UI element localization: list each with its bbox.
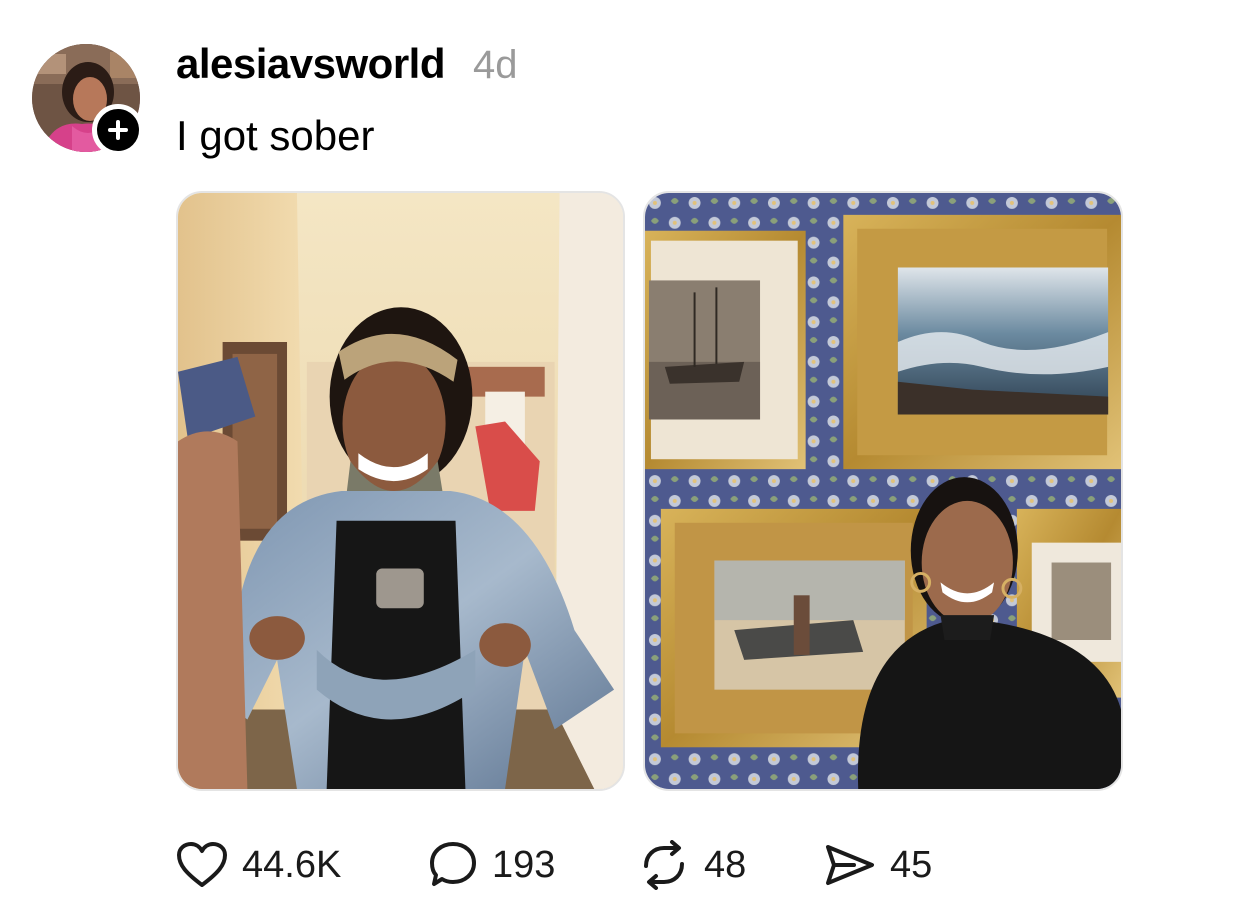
repost-icon: [644, 840, 684, 890]
photo-woman-gallery-wall-icon: [645, 193, 1121, 789]
like-button[interactable]: 44.6K: [176, 841, 428, 889]
comment-icon: [430, 842, 476, 886]
share-count: 45: [890, 843, 933, 886]
photo-woman-denim-jacket-icon: [178, 193, 623, 789]
follow-button[interactable]: [92, 104, 144, 156]
username[interactable]: alesiavsworld: [176, 40, 445, 88]
post-card: alesiavsworld 4d I got sober 44.6K 193 4…: [0, 0, 1238, 914]
post-photo-2[interactable]: [643, 191, 1123, 791]
like-count: 44.6K: [242, 843, 342, 886]
repost-button[interactable]: 48: [638, 840, 824, 890]
share-button[interactable]: 45: [824, 841, 932, 889]
post-photo-1[interactable]: [176, 191, 625, 791]
repost-count: 48: [704, 843, 747, 886]
action-bar: 44.6K 193 48 45: [176, 834, 932, 896]
post-header: alesiavsworld 4d: [176, 40, 517, 92]
comment-button[interactable]: 193: [428, 840, 638, 890]
timestamp[interactable]: 4d: [473, 43, 518, 88]
post-text: I got sober: [176, 112, 375, 159]
send-icon: [826, 845, 874, 885]
plus-icon: [108, 120, 128, 140]
heart-icon: [177, 842, 227, 887]
comment-count: 193: [492, 843, 556, 886]
avatar-container[interactable]: [32, 44, 144, 156]
